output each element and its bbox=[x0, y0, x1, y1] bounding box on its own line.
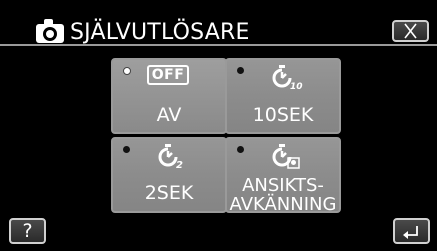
label-line-1: ANSIKTS- bbox=[242, 175, 324, 196]
self-timer-10-icon: 10 bbox=[272, 65, 303, 92]
option-2sec-button[interactable]: 2 2SEK bbox=[111, 137, 227, 213]
self-timer-2-icon: 2 bbox=[158, 144, 183, 171]
label-line-2: AVKÄNNING bbox=[229, 194, 337, 215]
return-icon bbox=[403, 226, 418, 239]
close-button[interactable] bbox=[392, 20, 429, 42]
face-detection-timer-icon bbox=[272, 144, 300, 169]
help-button[interactable]: ? bbox=[9, 218, 46, 244]
svg-text:10: 10 bbox=[290, 82, 303, 92]
selected-indicator bbox=[123, 67, 131, 75]
unselected-indicator bbox=[237, 67, 244, 74]
title-bar: SJÄLVUTLÖSARE bbox=[0, 0, 437, 46]
option-face-detection-button[interactable]: ANSIKTS- AVKÄNNING bbox=[225, 137, 341, 214]
option-off-button[interactable]: OFF AV bbox=[111, 58, 227, 134]
option-10sec-button[interactable]: 10 10SEK bbox=[225, 58, 341, 134]
unselected-indicator bbox=[123, 146, 130, 153]
svg-text:2: 2 bbox=[176, 160, 183, 171]
self-timer-screen: SJÄLVUTLÖSARE OFF AV 10 10SEK 2 2SEK ANS… bbox=[0, 0, 437, 251]
unselected-indicator bbox=[237, 146, 244, 153]
camera-icon bbox=[36, 19, 64, 43]
page-title: SJÄLVUTLÖSARE bbox=[70, 20, 250, 45]
option-off-label: AV bbox=[156, 104, 182, 126]
back-button[interactable] bbox=[393, 218, 430, 244]
off-badge-icon: OFF bbox=[147, 65, 189, 85]
close-icon bbox=[404, 23, 417, 39]
option-face-detection-label: ANSIKTS- AVKÄNNING bbox=[227, 176, 339, 214]
option-2sec-label: 2SEK bbox=[144, 182, 194, 204]
option-10sec-label: 10SEK bbox=[252, 104, 314, 126]
